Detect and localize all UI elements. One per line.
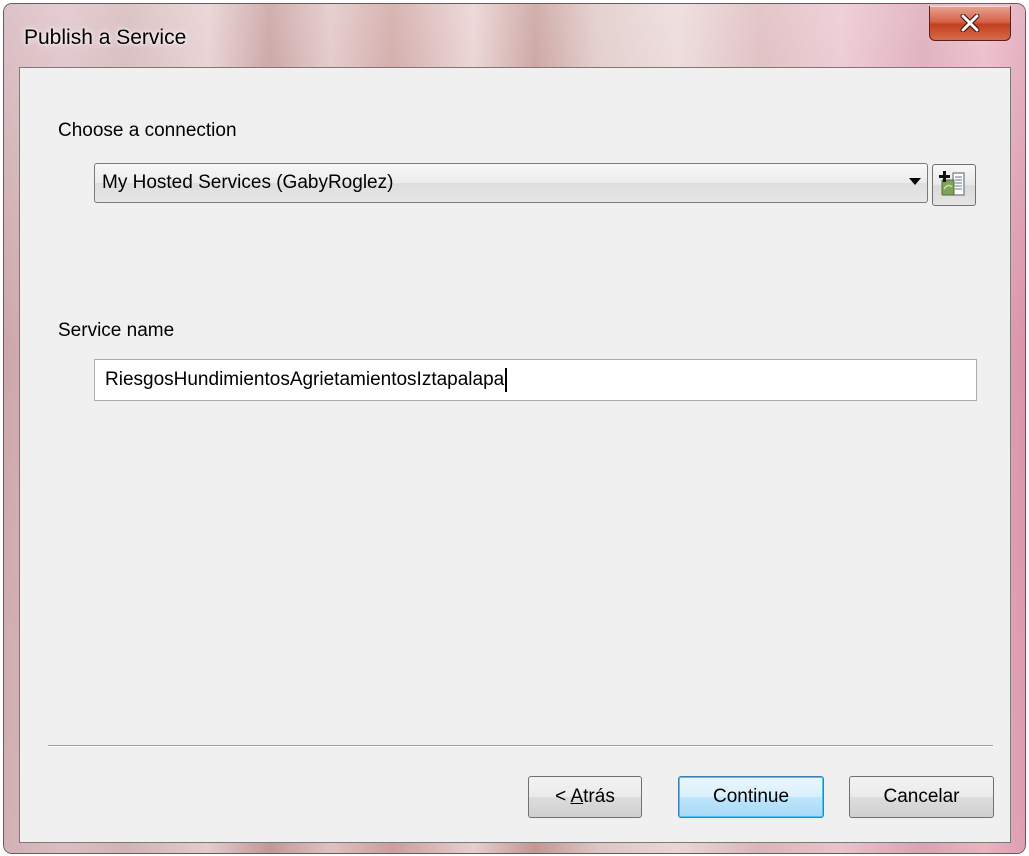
back-button-label: trás bbox=[583, 786, 615, 807]
continue-button[interactable]: Continue bbox=[678, 776, 824, 818]
cancel-button[interactable]: Cancelar bbox=[849, 776, 994, 818]
back-button-mnemonic: A bbox=[570, 786, 584, 807]
continue-button-label: Continue bbox=[712, 786, 790, 807]
dialog-window: Publish a Service Choose a connection My… bbox=[4, 4, 1025, 853]
chevron-down-icon bbox=[909, 178, 921, 185]
service-name-label: Service name bbox=[58, 320, 175, 341]
back-button[interactable]: < Atrás bbox=[528, 776, 642, 818]
close-icon bbox=[960, 14, 980, 32]
connection-label: Choose a connection bbox=[58, 120, 237, 141]
service-name-input[interactable]: RiesgosHundimientosAgrietamientosIztapal… bbox=[94, 359, 977, 401]
text-caret bbox=[505, 367, 508, 392]
window-title: Publish a Service bbox=[24, 26, 187, 49]
connection-dropdown[interactable]: My Hosted Services (GabyRoglez) bbox=[94, 163, 928, 203]
back-button-prefix: < bbox=[555, 786, 571, 807]
connection-selected-value: My Hosted Services (GabyRoglez) bbox=[102, 172, 394, 193]
footer-separator bbox=[48, 745, 993, 747]
close-button[interactable] bbox=[929, 6, 1011, 41]
dialog-content: Choose a connection My Hosted Services (… bbox=[19, 67, 1011, 843]
add-connection-button[interactable] bbox=[932, 164, 976, 206]
service-name-value: RiesgosHundimientosAgrietamientosIztapal… bbox=[105, 369, 505, 390]
cancel-button-label: Cancelar bbox=[883, 786, 960, 807]
title-bar[interactable]: Publish a Service bbox=[4, 4, 1025, 66]
